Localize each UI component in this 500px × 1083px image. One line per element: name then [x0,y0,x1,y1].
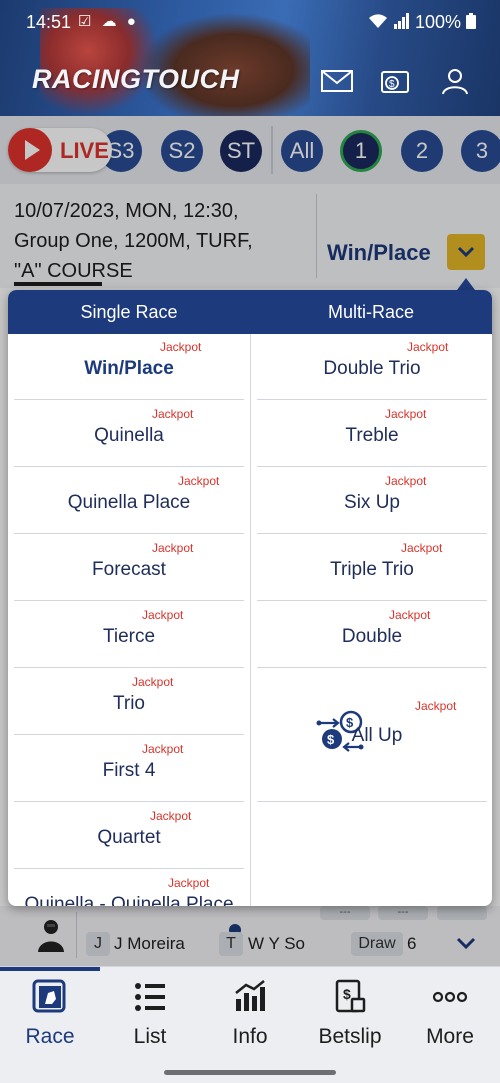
tab-more[interactable]: More [400,967,500,1065]
pool-option-forecast[interactable]: Jackpot Forecast [14,535,244,601]
jackpot-label: Jackpot [385,474,427,488]
jackpot-label: Jackpot [152,407,194,421]
tab-label: Betslip [318,1025,382,1048]
tab-list[interactable]: List [100,967,200,1065]
single-race-column: Jackpot Win/Place Jackpot Quinella Jackp… [8,334,250,906]
status-right: 100% [367,12,476,33]
pool-option-quinella[interactable]: Jackpot Quinella [14,401,244,467]
jackpot-label: Jackpot [152,541,194,555]
jackpot-label: Jackpot [142,742,184,756]
info-chart-icon [235,980,265,1011]
tab-betslip[interactable]: $ Betslip [300,967,400,1065]
pool-option-label: Trio [112,693,146,714]
mail-icon[interactable] [320,66,354,96]
svg-text:$: $ [389,79,395,90]
signal-icon [393,13,409,29]
tab-info[interactable]: Info [200,967,300,1065]
pool-option-quinella-quinella-place[interactable]: Jackpot Quinella - Quinella Place [14,870,244,906]
pool-option-label: Quinella - Quinella Place [24,894,234,906]
app-header: 14:51 ☑ ☁ ● 100% RACINGTOUCH $ [0,0,500,116]
user-icon[interactable] [438,66,472,96]
tab-label: Info [232,1025,268,1048]
tab-label: More [426,1025,474,1048]
pool-option-double[interactable]: Jackpot Double [257,602,487,668]
pool-option-treble[interactable]: Jackpot Treble [257,401,487,467]
race-icon [32,979,66,1013]
jackpot-label: Jackpot [401,541,443,555]
pool-option-label: Quinella [94,425,164,446]
pool-option-trio[interactable]: Jackpot Trio [14,669,244,735]
pool-option-label: Forecast [92,559,166,580]
list-icon [135,983,165,1011]
pool-option-label: Quartet [97,827,161,848]
pool-dropdown-panel: Single Race Multi-Race Jackpot Win/Place… [8,290,492,906]
jackpot-label: Jackpot [407,340,449,354]
battery-icon [466,13,476,29]
tab-label: Race [25,1025,75,1048]
betslip-icon: $ [335,979,366,1013]
pool-option-label: Quinella Place [67,492,191,513]
single-race-header: Single Race [80,302,178,322]
status-time: 14:51 [26,12,72,32]
pool-option-triple-trio[interactable]: Jackpot Triple Trio [257,535,487,601]
pool-option-label: Win/Place [84,358,174,379]
pool-option-all-up[interactable]: Jackpot $ $ All Up [257,669,487,802]
pool-option-quinella-place[interactable]: Jackpot Quinella Place [14,468,244,534]
pool-option-label: Treble [345,425,399,446]
dropdown-caret [457,278,475,290]
jackpot-label: Jackpot [385,407,427,421]
jackpot-label: Jackpot [389,608,431,622]
home-indicator[interactable] [164,1070,336,1075]
wallet-icon[interactable]: $ [378,66,412,96]
jackpot-label: Jackpot [132,675,174,689]
pool-option-tierce[interactable]: Jackpot Tierce [14,602,244,668]
jackpot-label: Jackpot [142,608,184,622]
jackpot-label: Jackpot [150,809,192,823]
pool-option-label: Triple Trio [330,559,414,580]
notification-icons: ☑ ☁ ● [78,13,139,30]
pool-option-quartet[interactable]: Jackpot Quartet [14,803,244,869]
tab-race[interactable]: Race [0,967,100,1065]
system-nav-bar [0,1064,500,1083]
wifi-icon [368,14,387,28]
jackpot-label: Jackpot [160,340,202,354]
multi-race-header: Multi-Race [327,302,415,322]
svg-text:$: $ [343,986,351,1002]
battery-percent: 100% [414,12,461,32]
more-icon [432,991,468,1003]
jackpot-label: Jackpot [178,474,220,488]
status-bar: 14:51 ☑ ☁ ● 100% [26,12,476,34]
jackpot-label: Jackpot [415,699,457,713]
pool-option-win-place[interactable]: Jackpot Win/Place [14,334,244,400]
multi-race-column: Jackpot Double Trio Jackpot Treble Jackp… [250,334,492,906]
pool-option-first-4[interactable]: Jackpot First 4 [14,736,244,802]
pool-option-label: Double Trio [323,358,421,379]
bottom-tab-bar: Race List Info $ Betslip More [0,966,500,1064]
pool-dropdown-header: Single Race Multi-Race [8,290,492,334]
jackpot-label: Jackpot [168,876,210,890]
pool-option-label: Six Up [344,492,400,513]
pool-option-label: Tierce [102,626,156,647]
pool-option-double-trio[interactable]: Jackpot Double Trio [257,334,487,400]
pool-option-label: All Up [351,725,403,746]
pool-option-label: Double [341,626,403,647]
tab-label: List [133,1025,167,1048]
pool-option-label: First 4 [102,760,156,781]
app-logo: RACINGTOUCH [32,64,240,94]
pool-option-six-up[interactable]: Jackpot Six Up [257,468,487,534]
